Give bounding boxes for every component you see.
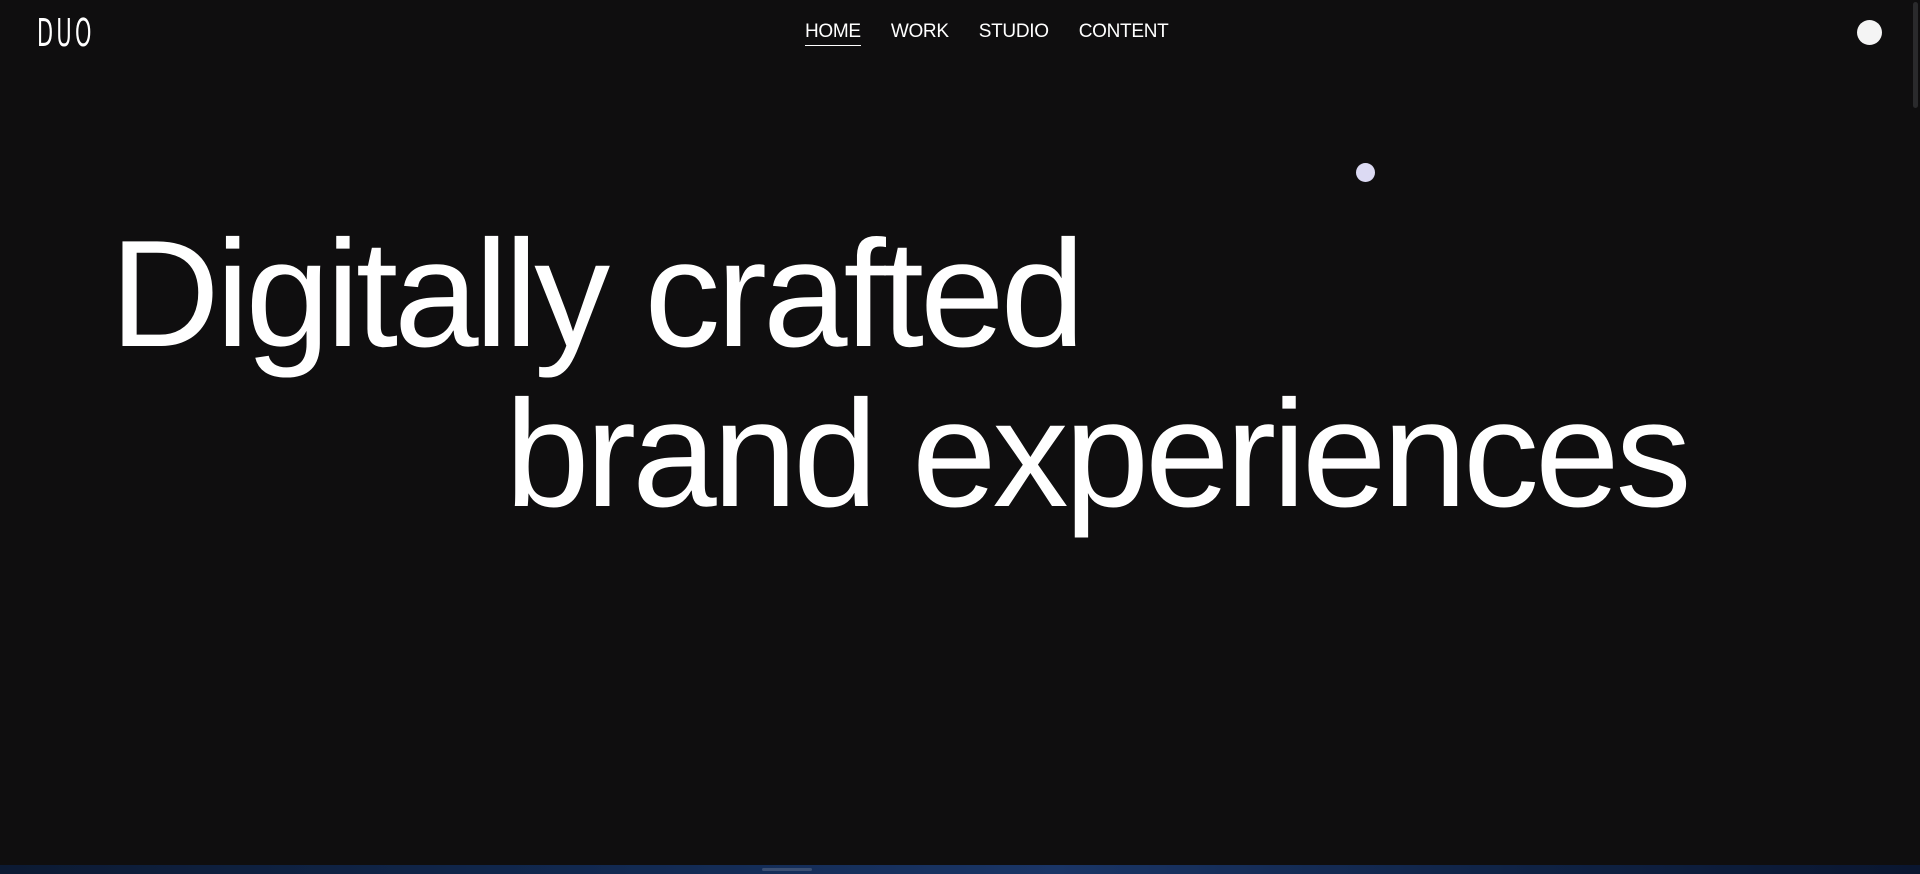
hero-headline-line-1: Digitally crafted bbox=[110, 209, 1085, 379]
bottom-edge-bar bbox=[0, 865, 1920, 874]
cursor-dot bbox=[1356, 163, 1375, 182]
scrollbar-thumb[interactable] bbox=[1913, 2, 1918, 108]
nav-link-home[interactable]: HOME bbox=[805, 20, 861, 46]
hero-headline-line-2: brand experiences bbox=[505, 369, 1692, 539]
menu-dot-icon[interactable] bbox=[1857, 20, 1882, 45]
scrollbar[interactable] bbox=[1911, 0, 1920, 865]
logo[interactable]: DUO bbox=[37, 14, 95, 52]
bottom-bar-tab bbox=[762, 868, 812, 871]
nav-link-studio[interactable]: STUDIO bbox=[979, 20, 1049, 46]
nav-link-content[interactable]: CONTENT bbox=[1079, 20, 1169, 46]
nav-link-work[interactable]: WORK bbox=[891, 20, 949, 46]
site-header: DUO HOME WORK STUDIO CONTENT bbox=[0, 0, 1920, 64]
main-nav: HOME WORK STUDIO CONTENT bbox=[805, 20, 1169, 46]
